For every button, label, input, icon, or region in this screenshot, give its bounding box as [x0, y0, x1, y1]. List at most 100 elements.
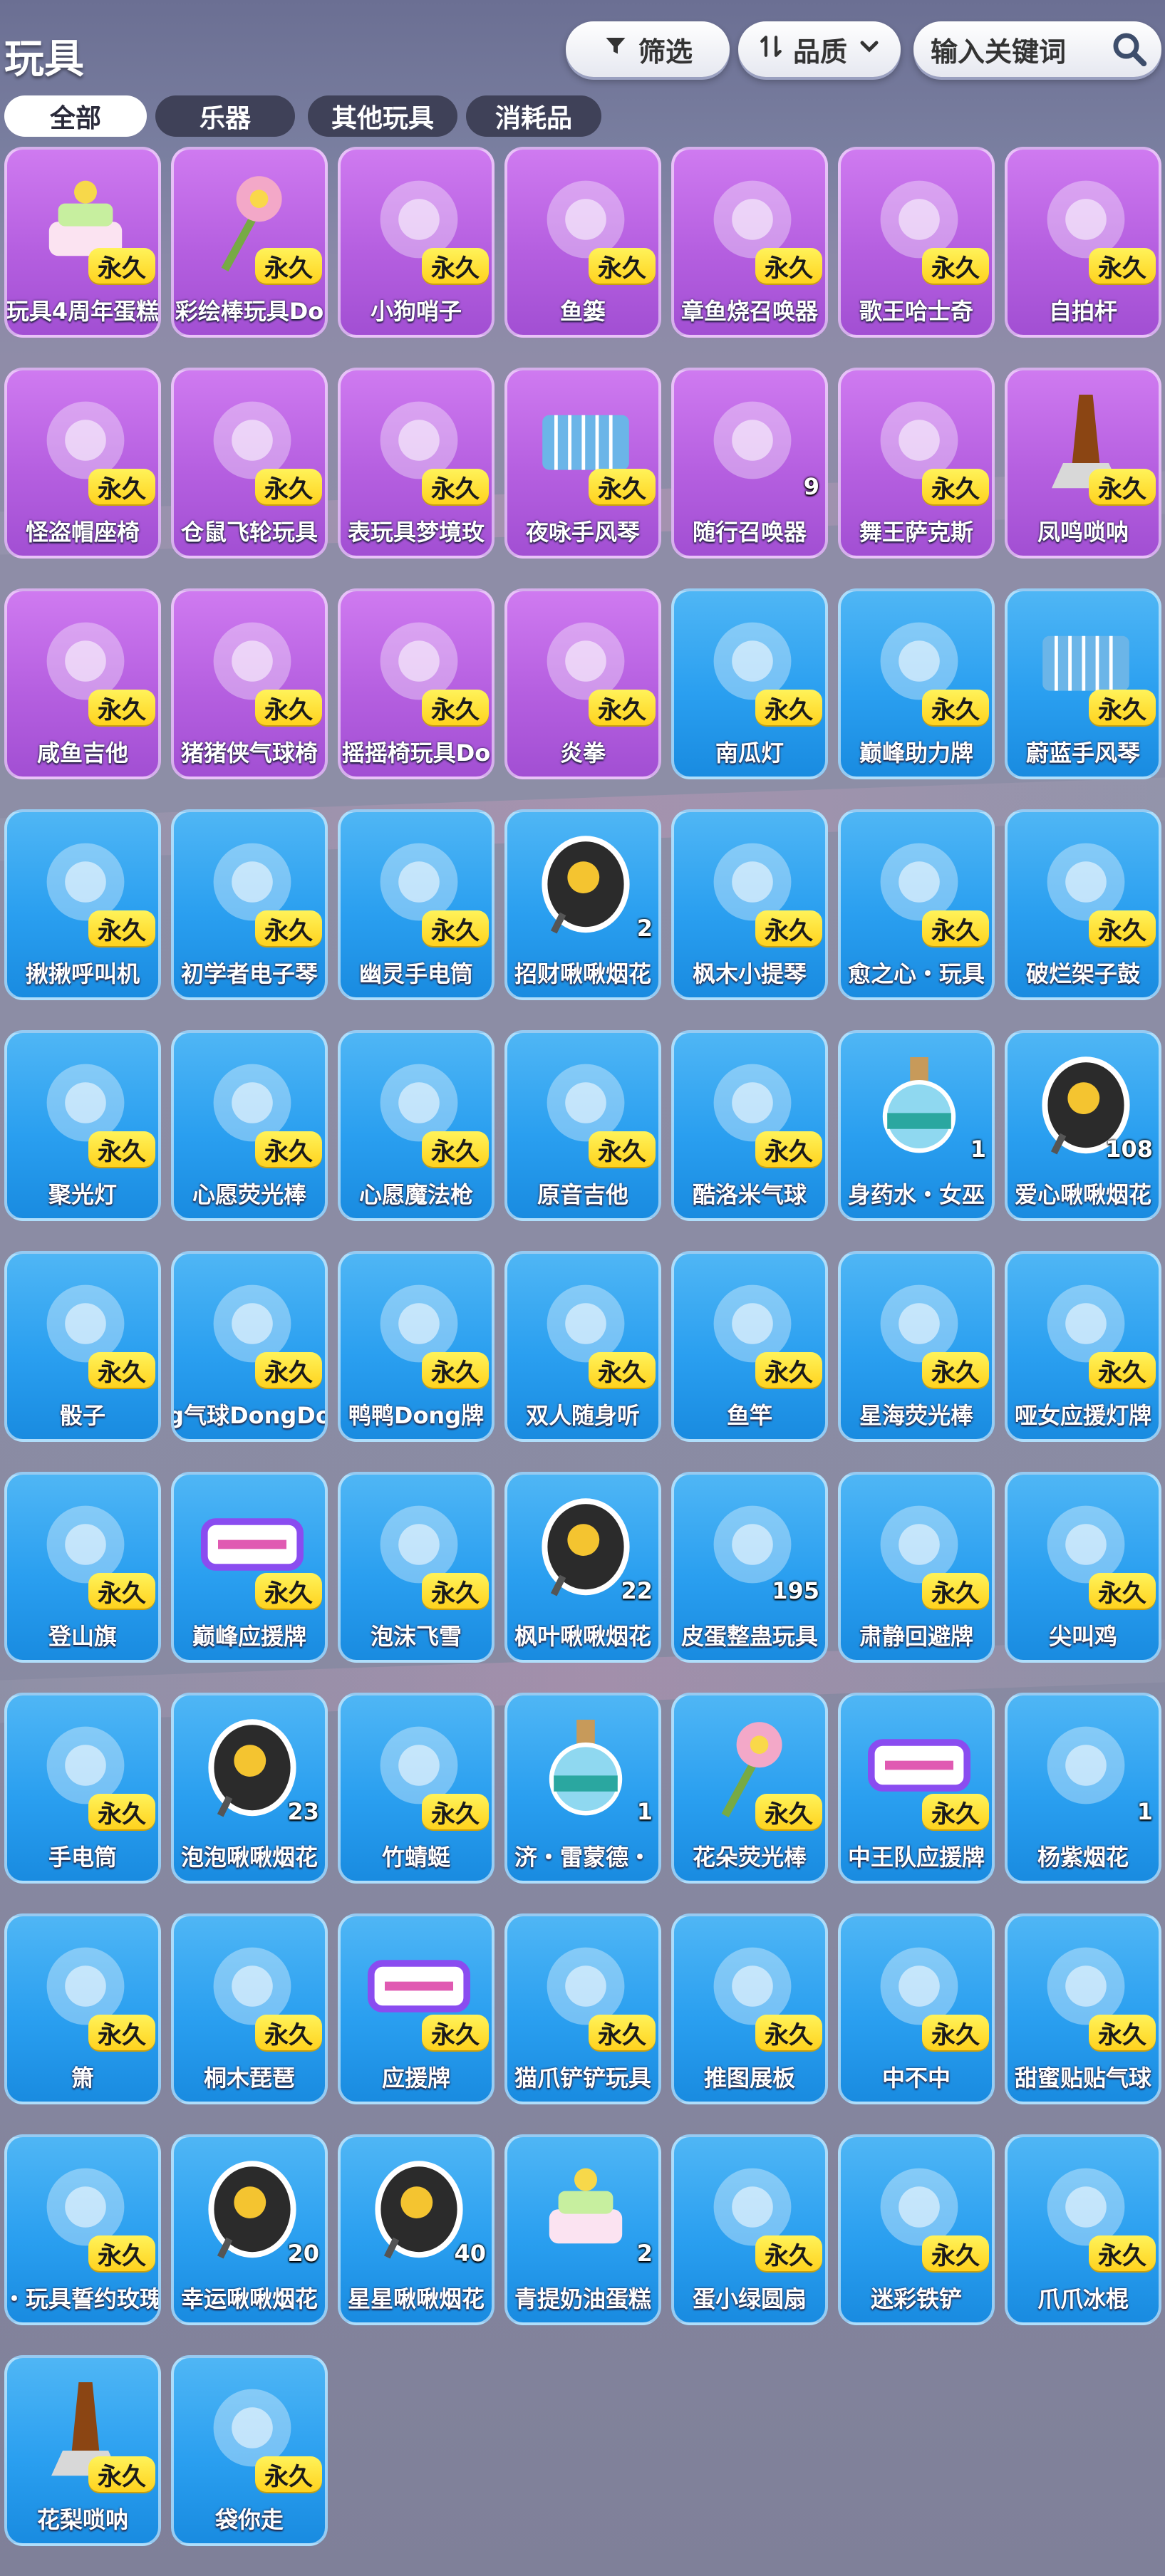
item-card[interactable]: 195 皮蛋整蛊玩具 [671, 1472, 828, 1663]
item-card[interactable]: 永久 歌王哈士奇 [838, 147, 995, 338]
item-card[interactable]: 永久 骰子 [4, 1251, 161, 1442]
item-card[interactable]: 永久 玩具4周年蛋糕 [4, 147, 161, 338]
item-card[interactable]: 永久 推图展板 [671, 1913, 828, 2104]
item-card[interactable]: 永久 竹蜻蜓 [338, 1693, 495, 1884]
item-card[interactable]: 永久 泡沫飞雪 [338, 1472, 495, 1663]
item-card[interactable]: 永久 蛋小绿圆扇 [671, 2134, 828, 2325]
item-card[interactable]: 永久 幽灵手电筒 [338, 809, 495, 1000]
permanent-badge: 永久 [255, 2015, 322, 2050]
item-card[interactable]: 永久 枫木小提琴 [671, 809, 828, 1000]
search-input[interactable]: 输入关键词 [913, 21, 1161, 77]
item-card[interactable]: 永久 怪盗帽座椅 [4, 368, 161, 559]
item-name: 蛋小绿圆扇 [692, 2285, 807, 2312]
item-card[interactable]: 永久 中不中 [838, 1913, 995, 2104]
quality-dropdown[interactable]: 品质 [738, 21, 901, 77]
item-card[interactable]: 永久 手电筒 [4, 1693, 161, 1884]
item-card[interactable]: 永久 尖叫鸡 [1005, 1472, 1161, 1663]
item-card[interactable]: 2 青提奶油蛋糕 [504, 2134, 661, 2325]
item-card[interactable]: 2 招财啾啾烟花 [504, 809, 661, 1000]
item-card[interactable]: 永久 凤鸣唢呐 [1005, 368, 1161, 559]
item-card[interactable]: 永久 揪揪呼叫机 [4, 809, 161, 1000]
item-name: 初学者电子琴 [180, 960, 318, 987]
item-card[interactable]: 永久 初学者电子琴 [171, 809, 328, 1000]
item-card[interactable]: 永久 爪爪冰棍 [1005, 2134, 1161, 2325]
item-card[interactable]: 永久 咸鱼吉他 [4, 588, 161, 779]
item-card[interactable]: 永久 小狗哨子 [338, 147, 495, 338]
item-card[interactable]: 永久 彩绘棒玩具Do [171, 147, 328, 338]
item-card[interactable]: 永久 猪猪侠气球椅 [171, 588, 328, 779]
item-card[interactable]: 永久 破烂架子鼓 [1005, 809, 1161, 1000]
item-card[interactable]: 永久 ・玩具誓约玫瑰 [4, 2134, 161, 2325]
tab-other-toys[interactable]: 其他玩具 [308, 95, 457, 137]
chevron-down-icon [859, 36, 880, 63]
item-card[interactable]: 永久 原音吉他 [504, 1030, 661, 1221]
item-card[interactable]: 22 枫叶啾啾烟花 [504, 1472, 661, 1663]
item-card[interactable]: 永久 夜咏手风琴 [504, 368, 661, 559]
item-card[interactable]: 永久 哑女应援灯牌 [1005, 1251, 1161, 1442]
item-name: 蔚蓝手风琴 [1025, 739, 1140, 767]
item-name: 揪揪呼叫机 [25, 960, 140, 987]
filter-button[interactable]: 筛选 [566, 21, 730, 77]
item-card[interactable]: 永久 甜蜜贴贴气球 [1005, 1913, 1161, 2104]
item-name: 中王队应援牌 [847, 1844, 985, 1871]
item-card[interactable]: 永久 应援牌 [338, 1913, 495, 2104]
item-card[interactable]: 永久 花梨唢呐 [4, 2355, 161, 2546]
item-card[interactable]: 永久 酷洛米气球 [671, 1030, 828, 1221]
permanent-badge: 永久 [88, 690, 155, 725]
item-card[interactable]: 永久箫 [4, 1913, 161, 2104]
item-card[interactable]: 永久 蔚蓝手风琴 [1005, 588, 1161, 779]
item-card[interactable]: 永久 星海荧光棒 [838, 1251, 995, 1442]
item-name: 猪猪侠气球椅 [180, 739, 318, 767]
tab-instruments[interactable]: 乐器 [155, 95, 295, 137]
item-card[interactable]: 永久 鱼篓 [504, 147, 661, 338]
item-card[interactable]: 永久 鸭鸭Dong牌 [338, 1251, 495, 1442]
item-card[interactable]: 永久 迷彩铁铲 [838, 2134, 995, 2325]
item-card[interactable]: 永久 南瓜灯 [671, 588, 828, 779]
item-name: 双人随身听 [525, 1402, 640, 1429]
item-card[interactable]: 永久 猫爪铲铲玩具 [504, 1913, 661, 2104]
item-card[interactable]: 永久 肃静回避牌 [838, 1472, 995, 1663]
rocket-icon [1029, 1708, 1143, 1822]
item-card[interactable]: 永久 巅峰应援牌 [171, 1472, 328, 1663]
item-card[interactable]: 永久 愈之心・玩具 [838, 809, 995, 1000]
item-count: 1 [970, 1136, 986, 1163]
item-card[interactable]: 永久 自拍杆 [1005, 147, 1161, 338]
item-card[interactable]: 永久 表玩具梦境玫 [338, 368, 495, 559]
search-icon[interactable] [1110, 30, 1149, 68]
item-card[interactable]: 永久 花朵荧光棒 [671, 1693, 828, 1884]
item-card[interactable]: 1 身药水・女巫 [838, 1030, 995, 1221]
permanent-badge: 永久 [922, 2015, 989, 2050]
item-card[interactable]: 1 杨紫烟花 [1005, 1693, 1161, 1884]
item-name: 推图展板 [703, 2065, 795, 2092]
item-card[interactable]: 40 星星啾啾烟花 [338, 2134, 495, 2325]
permanent-badge: 永久 [88, 469, 155, 504]
tab-all[interactable]: 全部 [4, 95, 147, 137]
item-name: 招财啾啾烟花 [514, 960, 651, 987]
tab-consumables[interactable]: 消耗品 [466, 95, 601, 137]
item-card[interactable]: 永久 心愿魔法枪 [338, 1030, 495, 1221]
permanent-badge: 永久 [255, 1352, 322, 1388]
item-card[interactable]: 永久 心愿荧光棒 [171, 1030, 328, 1221]
item-card[interactable]: 永久 鱼竿 [671, 1251, 828, 1442]
item-card[interactable]: 永久 中王队应援牌 [838, 1693, 995, 1884]
item-card[interactable]: 永久 登山旗 [4, 1472, 161, 1663]
item-card[interactable]: 108 爱心啾啾烟花 [1005, 1030, 1161, 1221]
item-card[interactable]: 永久 桐木琵琶 [171, 1913, 328, 2104]
item-card[interactable]: 永久 巅峰助力牌 [838, 588, 995, 779]
permanent-badge: 永久 [755, 1352, 822, 1388]
permanent-badge: 永久 [88, 1131, 155, 1167]
item-card[interactable]: 1 济・雷蒙德・ [504, 1693, 661, 1884]
item-card[interactable]: 20 幸运啾啾烟花 [171, 2134, 328, 2325]
item-card[interactable]: 永久 章鱼烧召唤器 [671, 147, 828, 338]
item-card[interactable]: 永久 舞王萨克斯 [838, 368, 995, 559]
item-card[interactable]: 永久 双人随身听 [504, 1251, 661, 1442]
item-card[interactable]: 永久 仓鼠飞轮玩具 [171, 368, 328, 559]
item-card[interactable]: 永久 摇摇椅玩具Do [338, 588, 495, 779]
item-card[interactable]: 23 泡泡啾啾烟花 [171, 1693, 328, 1884]
item-card[interactable]: 永久 炎拳 [504, 588, 661, 779]
firework-icon [529, 825, 643, 939]
item-card[interactable]: 永久 袋你走 [171, 2355, 328, 2546]
item-card[interactable]: 9 随行召唤器 [671, 368, 828, 559]
item-card[interactable]: 永久 聚光灯 [4, 1030, 161, 1221]
item-card[interactable]: 永久 g气球DongDo [171, 1251, 328, 1442]
